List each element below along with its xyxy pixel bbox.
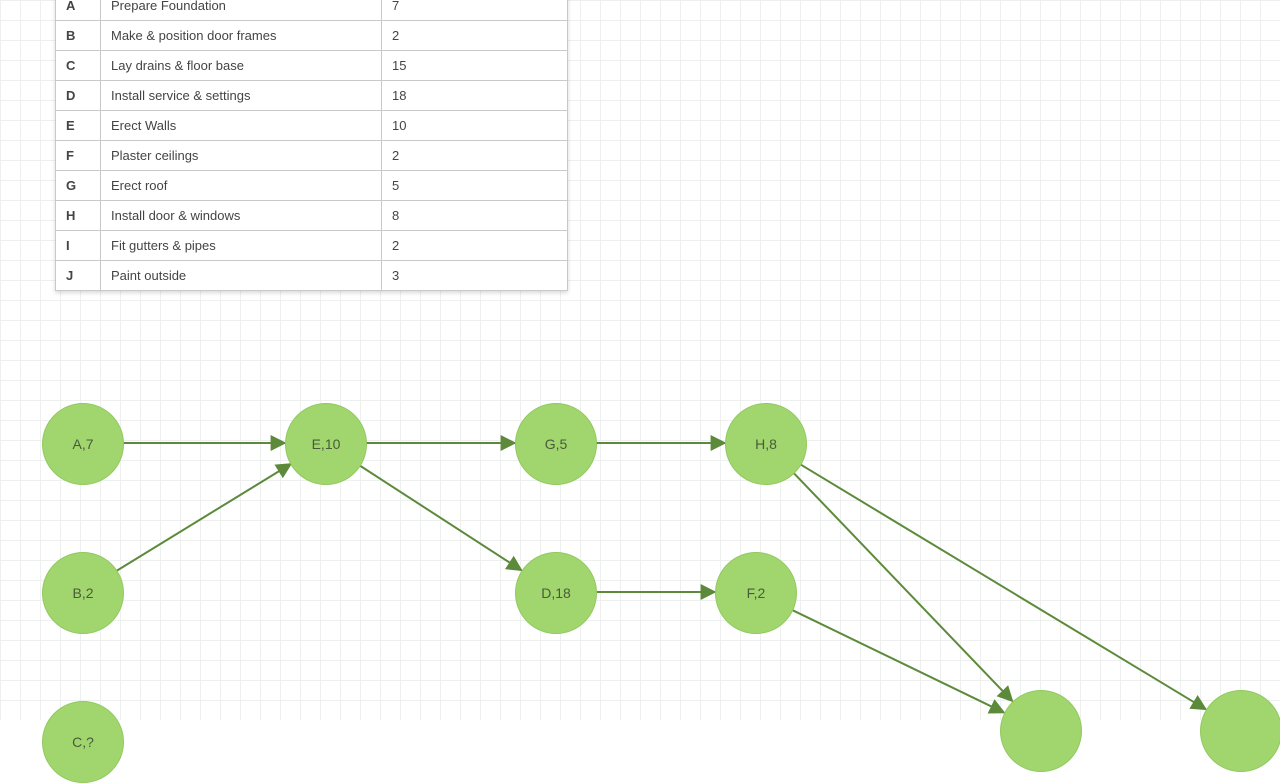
node-d[interactable]: D,18 [515,552,597,634]
node-label: E,10 [312,436,341,452]
node-label: A,7 [72,436,93,452]
arrows-layer [0,0,1280,720]
node-label: F,2 [747,585,766,601]
node-b[interactable]: B,2 [42,552,124,634]
edge-F-I [791,609,1004,712]
node-a[interactable]: A,7 [42,403,124,485]
node-g[interactable]: G,5 [515,403,597,485]
edge-H-J [799,464,1206,710]
node-i[interactable] [1000,690,1082,772]
node-e[interactable]: E,10 [285,403,367,485]
edge-B-E [116,464,291,571]
node-j[interactable] [1200,690,1280,772]
node-label: B,2 [72,585,93,601]
node-f[interactable]: F,2 [715,552,797,634]
node-label: G,5 [545,436,568,452]
node-h[interactable]: H,8 [725,403,807,485]
node-label: D,18 [541,585,571,601]
edge-H-I [793,472,1013,701]
network-diagram[interactable]: A,7B,2C,?E,10G,5H,8D,18F,2 [0,0,1280,720]
node-c[interactable]: C,? [42,701,124,783]
edge-E-D [359,465,522,571]
node-label: C,? [72,734,94,750]
node-label: H,8 [755,436,777,452]
